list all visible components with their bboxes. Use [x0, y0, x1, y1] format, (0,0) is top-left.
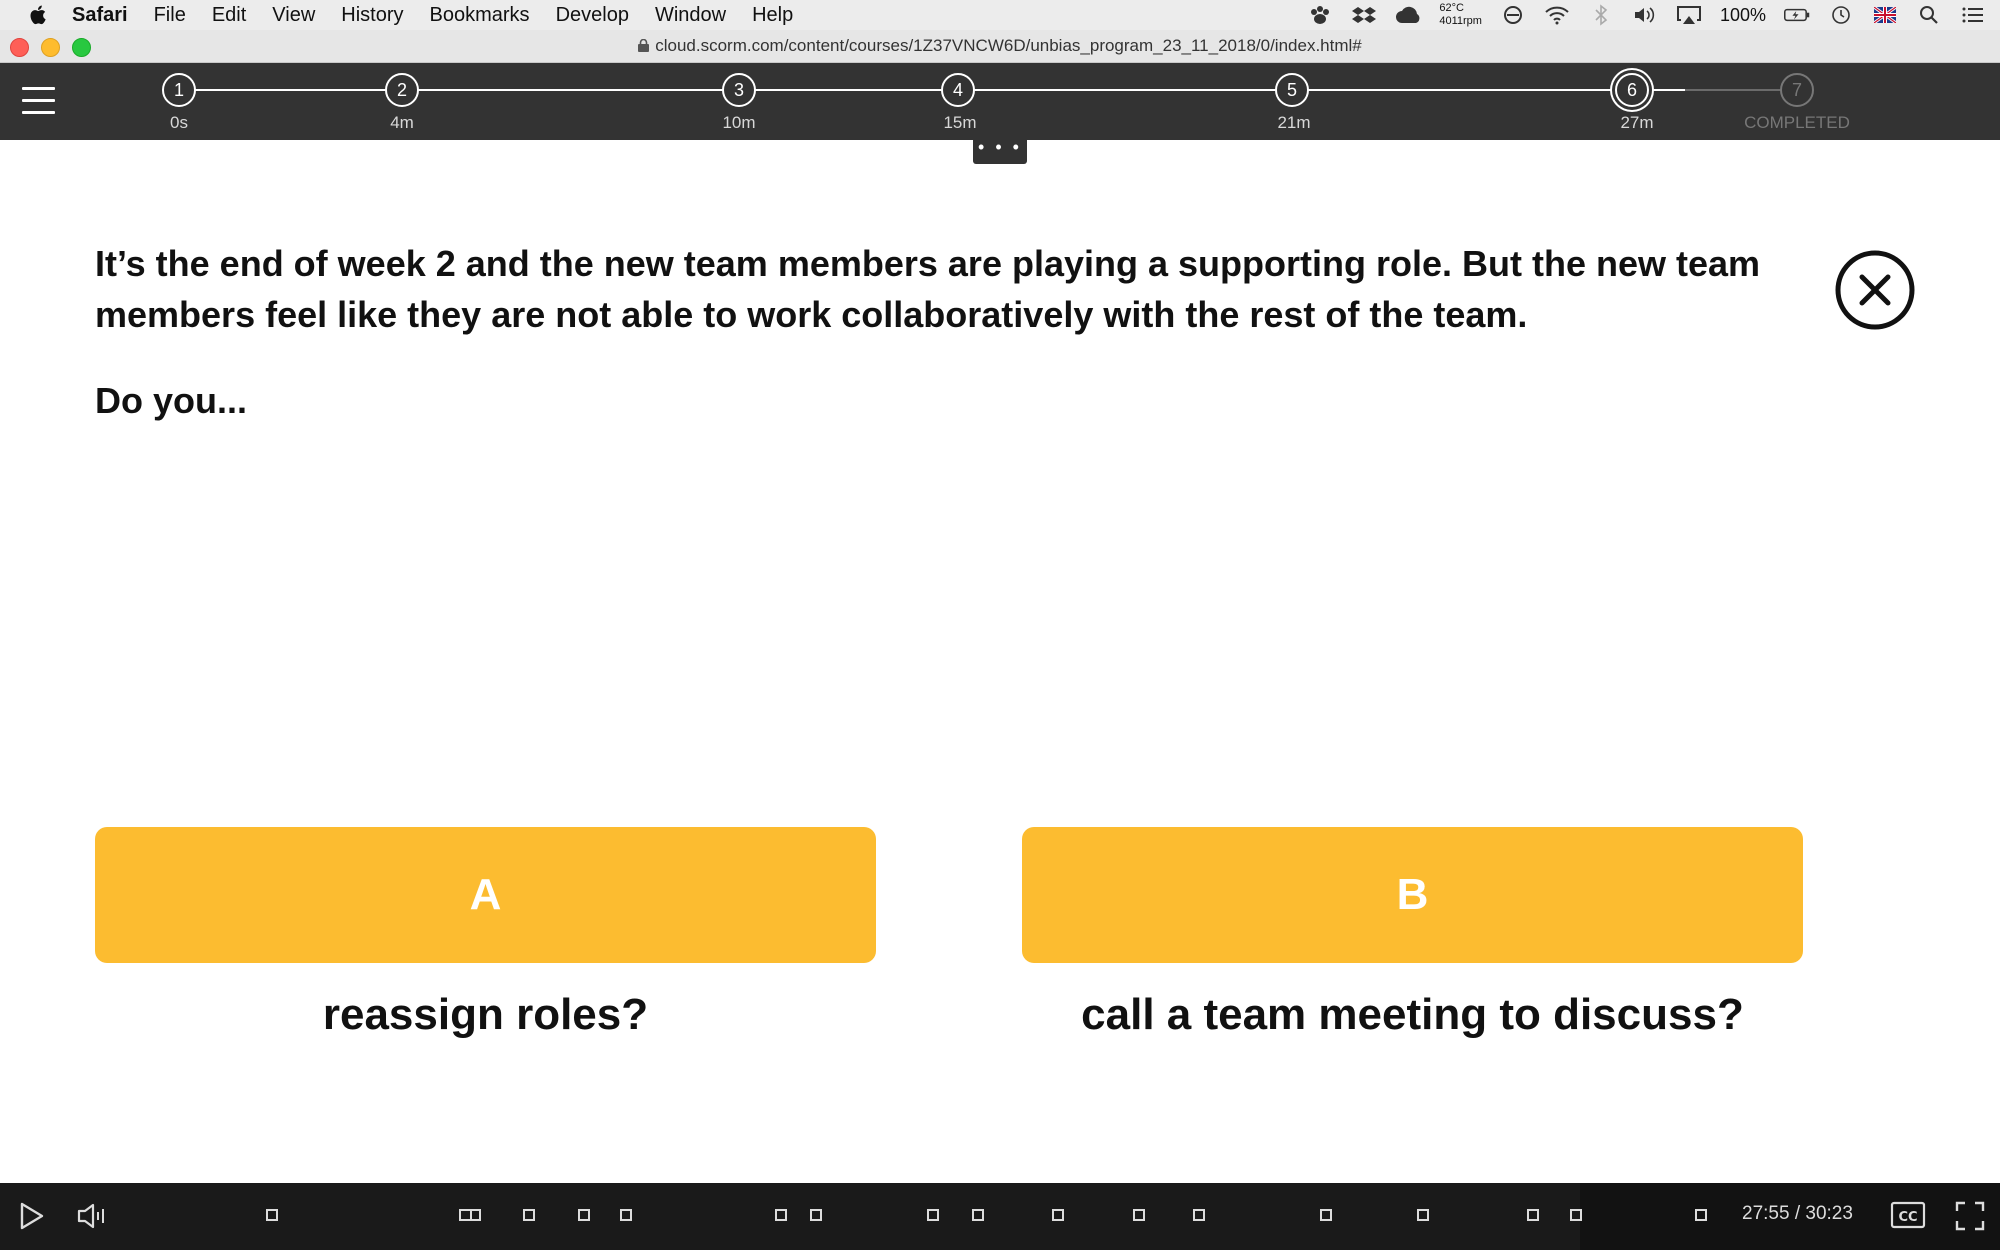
timeline-label-4: 15m [943, 113, 977, 132]
apple-icon[interactable] [28, 4, 50, 26]
timeline-label-2: 4m [390, 113, 414, 132]
timeline-node-5[interactable]: 5 [1275, 73, 1309, 107]
chapter-marker[interactable] [1570, 1209, 1582, 1221]
cloud-icon[interactable] [1395, 4, 1421, 26]
chapter-marker[interactable] [1133, 1209, 1145, 1221]
timeline-label-7: COMPLETED [1744, 113, 1850, 132]
battery-percentage[interactable]: 100% [1720, 5, 1766, 26]
menu-window[interactable]: Window [655, 4, 726, 27]
chapter-marker[interactable] [459, 1209, 481, 1221]
close-circle-icon[interactable] [1835, 250, 1915, 330]
sensor-readout[interactable]: 62°C 4011rpm [1439, 2, 1482, 28]
uk-flag-icon[interactable] [1872, 4, 1898, 26]
volume-icon[interactable] [76, 1201, 110, 1231]
macos-menu-bar: Safari File Edit View History Bookmarks … [0, 0, 2000, 30]
question-prompt: Do you... [95, 380, 247, 421]
paw-icon[interactable] [1307, 4, 1333, 26]
closed-captions-label: CC [1898, 1210, 1917, 1225]
url-field[interactable]: cloud.scorm.com/content/courses/1Z37VNCW… [0, 36, 2000, 56]
chapter-marker[interactable] [810, 1209, 822, 1221]
menu-edit[interactable]: Edit [212, 4, 246, 27]
playback-time: 27:55 / 30:23 [1742, 1203, 1853, 1224]
timeline-node-6[interactable]: 6 [1615, 73, 1649, 107]
choice-b-button[interactable]: B [1022, 827, 1803, 963]
chapter-marker[interactable] [1527, 1209, 1539, 1221]
browser-address-bar: cloud.scorm.com/content/courses/1Z37VNCW… [0, 30, 2000, 63]
menu-app-name[interactable]: Safari [72, 4, 128, 27]
timeline-label-6: 27m [1620, 113, 1654, 132]
chapter-marker[interactable] [620, 1209, 632, 1221]
airplay-icon[interactable] [1676, 4, 1702, 26]
menu-status-area: 62°C 4011rpm 100% [1307, 0, 1986, 30]
menu-bookmarks[interactable]: Bookmarks [430, 4, 530, 27]
hamburger-menu-icon[interactable] [22, 87, 55, 114]
timeline-node-3[interactable]: 3 [722, 73, 756, 107]
menu-history[interactable]: History [341, 4, 403, 27]
player-controls-bar: 27:55 / 30:23 CC [0, 1183, 2000, 1250]
timeline-label-3: 10m [722, 113, 756, 132]
play-icon[interactable] [16, 1201, 46, 1231]
chapter-marker[interactable] [927, 1209, 939, 1221]
menu-view[interactable]: View [272, 4, 315, 27]
fan-speed-text: 4011rpm [1439, 15, 1482, 27]
choice-a-button[interactable]: A [95, 827, 876, 963]
timeline-label-5: 21m [1277, 113, 1311, 132]
chapter-marker[interactable] [972, 1209, 984, 1221]
choice-a-label: reassign roles? [322, 990, 649, 1039]
chapter-marker[interactable] [1417, 1209, 1429, 1221]
timeline-node-7[interactable]: 7 [1780, 73, 1814, 107]
battery-icon[interactable] [1784, 4, 1810, 26]
chapter-marker[interactable] [775, 1209, 787, 1221]
timeline-node-2[interactable]: 2 [385, 73, 419, 107]
volume-menu-icon[interactable] [1632, 4, 1658, 26]
do-not-disturb-icon[interactable] [1500, 4, 1526, 26]
search-icon[interactable] [1916, 4, 1942, 26]
bluetooth-icon[interactable] [1588, 4, 1614, 26]
chapter-marker[interactable] [1320, 1209, 1332, 1221]
more-options-tab[interactable]: • • • [973, 138, 1027, 164]
menu-file[interactable]: File [154, 4, 186, 27]
timeline-node-4[interactable]: 4 [941, 73, 975, 107]
menu-develop[interactable]: Develop [556, 4, 629, 27]
chapter-marker[interactable] [1695, 1209, 1707, 1221]
timeline-node-1[interactable]: 1 [162, 73, 196, 107]
notification-center-icon[interactable] [1960, 4, 1986, 26]
choice-b-label: call a team meeting to discuss? [1081, 990, 1744, 1039]
chapter-marker[interactable] [1052, 1209, 1064, 1221]
course-progress-header: 1 0s 2 4m 3 10m 4 15m 5 21m 6 27m 7 COMP… [0, 63, 2000, 140]
menu-help[interactable]: Help [752, 4, 793, 27]
temperature-text: 62°C [1439, 2, 1464, 14]
chapter-marker[interactable] [266, 1209, 278, 1221]
chapter-marker[interactable] [1193, 1209, 1205, 1221]
timeline-label-1: 0s [170, 113, 188, 132]
url-text: cloud.scorm.com/content/courses/1Z37VNCW… [655, 36, 1362, 55]
fullscreen-icon[interactable] [1954, 1200, 1986, 1232]
closed-captions-icon[interactable]: CC [1890, 1200, 1926, 1230]
chapter-marker[interactable] [523, 1209, 535, 1221]
lock-icon [638, 39, 650, 52]
wifi-icon[interactable] [1544, 4, 1570, 26]
dropbox-icon[interactable] [1351, 4, 1377, 26]
chapter-marker[interactable] [578, 1209, 590, 1221]
time-machine-icon[interactable] [1828, 4, 1854, 26]
scenario-text: It’s the end of week 2 and the new team … [95, 243, 1761, 335]
